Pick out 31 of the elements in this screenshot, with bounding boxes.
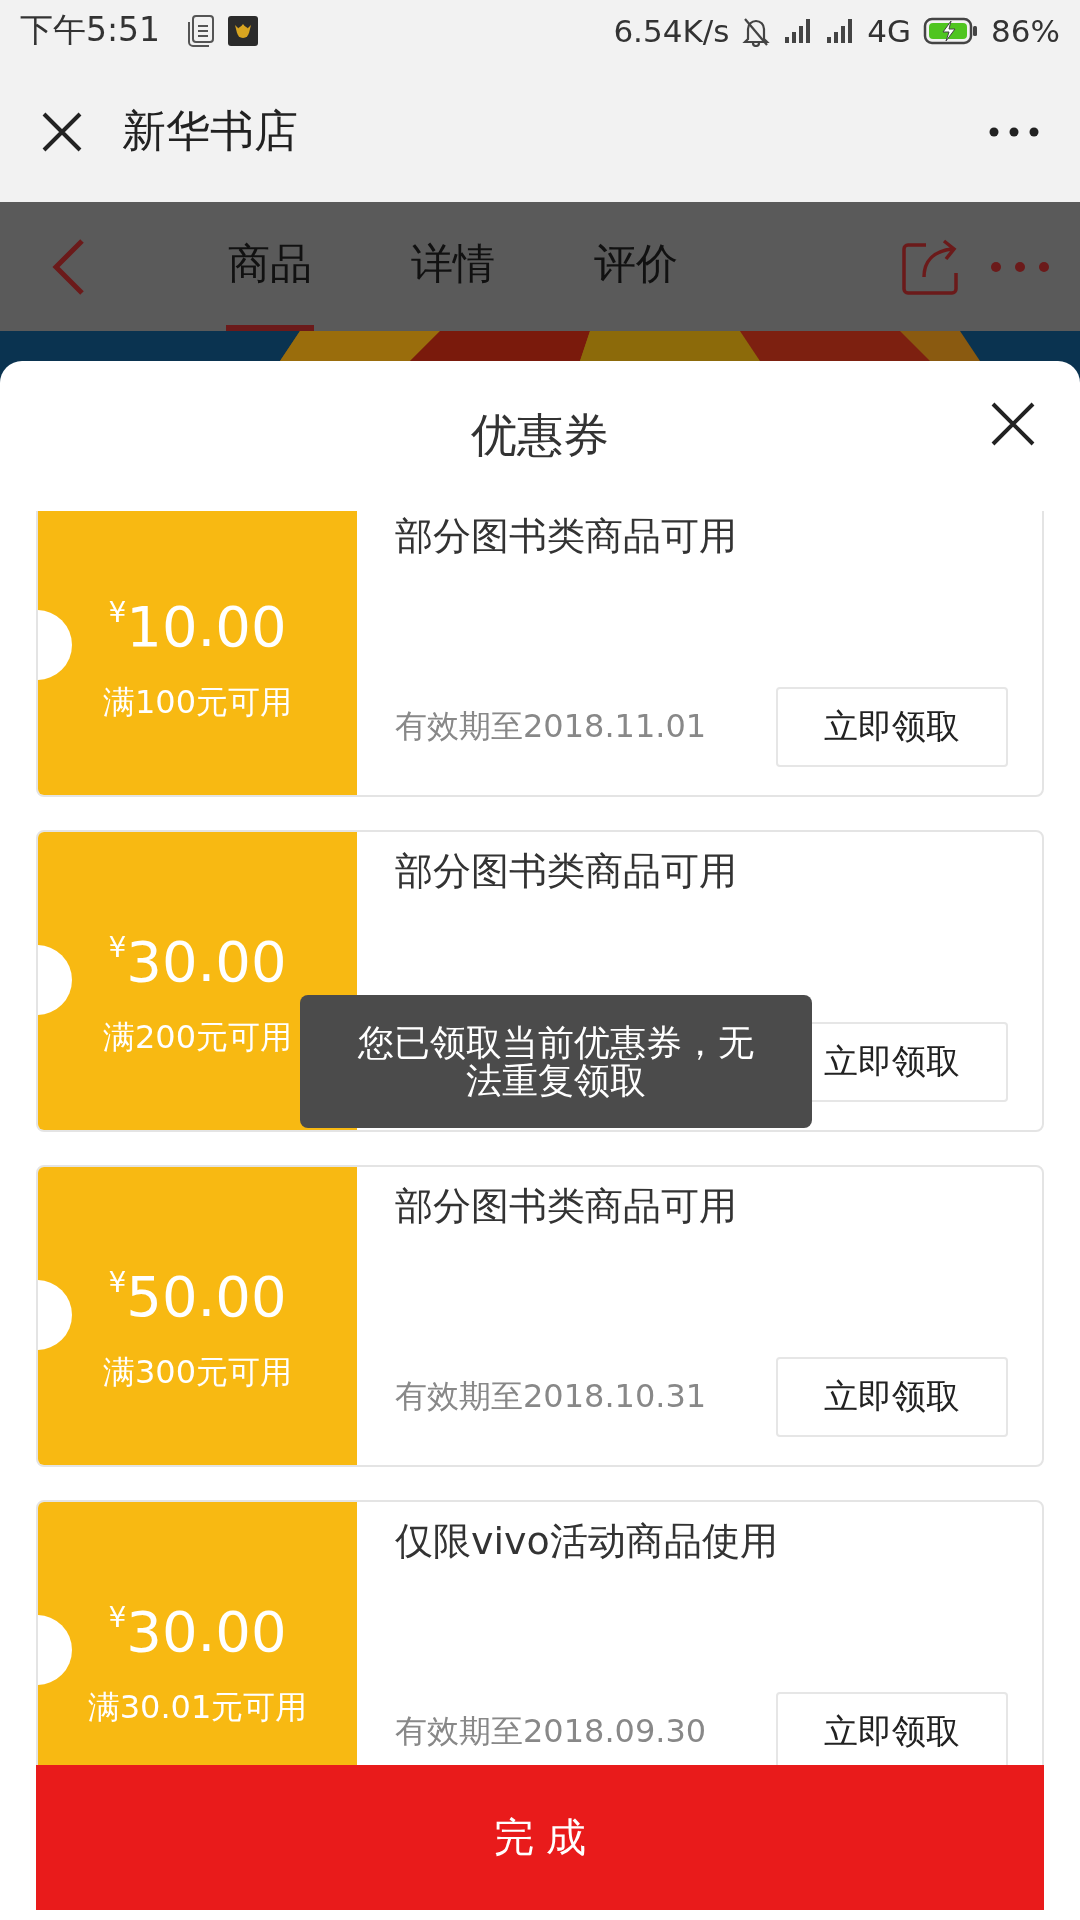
coupon-condition: 满30.01元可用 (87, 1686, 308, 1728)
document-icon (186, 13, 217, 48)
claim-button[interactable]: 立即领取 (776, 1357, 1008, 1437)
done-button[interactable]: 完 成 (36, 1765, 1044, 1910)
claim-button[interactable]: 立即领取 (776, 1692, 1008, 1765)
window-title: 新华书店 (122, 104, 299, 158)
coupon-scope: 部分图书类商品可用 (395, 848, 738, 895)
coupon-scope: 仅限vivo活动商品使用 (395, 1518, 779, 1565)
coupon-expiry: 有效期至2018.09.30 (395, 1711, 707, 1752)
coupon-expiry: 有效期至2018.11.01 (395, 706, 707, 747)
coupon-expiry: 有效期至2018.10.31 (395, 1376, 707, 1417)
network-type: 4G (867, 12, 912, 49)
claim-button[interactable]: 立即领取 (776, 687, 1008, 767)
coupon-amount: $^{¥}$50.00 (108, 1263, 287, 1329)
coupon-scope: 部分图书类商品可用 (395, 1183, 738, 1230)
coupon-condition: 满200元可用 (102, 1016, 293, 1058)
battery-icon (923, 15, 980, 46)
sheet-title: 优惠券 (471, 407, 609, 464)
coupon-amount: $^{¥}$30.00 (108, 1598, 287, 1664)
more-icon[interactable] (988, 125, 1040, 138)
close-icon[interactable] (990, 401, 1036, 447)
app-icon (228, 15, 259, 46)
coupon-amount: $^{¥}$10.00 (108, 593, 287, 659)
battery-level: 86% (991, 12, 1060, 49)
coupon-condition: 满100元可用 (102, 681, 293, 723)
network-speed: 6.54K/s (613, 12, 730, 49)
coupon-amount: $^{¥}$30.00 (108, 928, 287, 994)
coupon-scope: 部分图书类商品可用 (395, 513, 738, 560)
status-time: 下午5:51 (20, 9, 161, 51)
toast: 您已领取当前优惠券，无法重复领取 (300, 995, 812, 1128)
coupon-condition: 满300元可用 (102, 1351, 293, 1393)
